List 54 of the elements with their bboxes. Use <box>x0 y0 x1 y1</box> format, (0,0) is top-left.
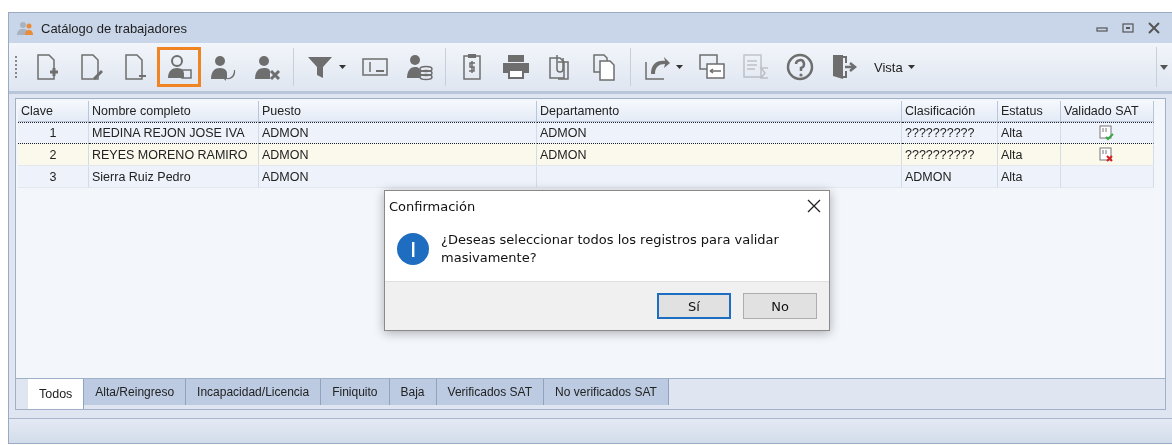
cell-text: REYES MORENO RAMIRO <box>92 148 248 162</box>
cell-text: 1 <box>49 126 57 140</box>
dialog-button[interactable]: Sí <box>657 293 731 320</box>
column-header[interactable]: Clave <box>18 101 89 122</box>
cell-text: Alta <box>1001 126 1023 140</box>
table-row[interactable]: 3 Sierra Ruiz Pedro ADMON ADMON Alta <box>18 166 1154 188</box>
cell-text: Alta <box>1001 148 1023 162</box>
cell-text: ADMON <box>540 126 587 140</box>
dialog-title: Confirmación <box>389 198 476 214</box>
table-row[interactable]: 2 REYES MORENO RAMIRO ADMON ADMON ?????????? Alta <box>18 144 1154 166</box>
tab[interactable]: Finiquito <box>321 379 390 405</box>
tab[interactable]: Verificados SAT <box>436 379 545 405</box>
cell-text: Alta <box>1001 170 1023 184</box>
column-header[interactable]: Departamento <box>537 101 902 122</box>
column-header[interactable]: Validado SAT <box>1061 101 1154 122</box>
restore-icon[interactable] <box>1122 22 1134 34</box>
cell-text: ADMON <box>540 148 587 162</box>
toolbar-button[interactable] <box>157 47 201 87</box>
dropdown-arrow-icon[interactable] <box>339 65 346 69</box>
column-header[interactable]: Nombre completo <box>89 101 259 122</box>
cell-text: ADMON <box>905 170 952 184</box>
window-title: Catálogo de trabajadores <box>41 20 188 36</box>
dialog-message: ¿Deseas seleccionar todos los registros para validar masivamente? <box>441 231 780 268</box>
cell-text: ADMON <box>262 148 309 162</box>
column-header[interactable]: Clasificación <box>902 101 998 122</box>
window-transfer-icon <box>697 52 727 82</box>
dropdown-arrow-icon[interactable] <box>676 65 683 69</box>
sum-list-icon <box>741 52 771 82</box>
column-header[interactable]: Puesto <box>259 101 537 122</box>
cell-text: 2 <box>49 148 57 162</box>
info-icon <box>397 233 429 266</box>
view-menu[interactable]: Vista <box>872 57 917 77</box>
tab[interactable]: Incapacidad/Licencia <box>186 379 322 405</box>
dialog-button[interactable]: No <box>743 293 817 320</box>
help-icon <box>785 52 815 82</box>
table-row[interactable]: 1 MEDINA REJON JOSE IVA ADMON ADMON ?????????? Alta <box>18 122 1154 144</box>
tab[interactable]: Todos <box>28 379 85 409</box>
cell-text: ADMON <box>262 126 309 140</box>
cell-text: Sierra Ruiz Pedro <box>92 170 191 184</box>
close-icon[interactable] <box>807 199 821 213</box>
tab[interactable]: No verificados SAT <box>544 379 669 405</box>
cell-text: ?????????? <box>905 126 975 140</box>
cell-text: ADMON <box>262 170 309 184</box>
people-icon <box>17 21 35 35</box>
tab[interactable]: Alta/Reingreso <box>84 379 187 405</box>
cell-text: 3 <box>49 170 57 184</box>
cell-text: MEDINA REJON JOSE IVA <box>92 126 245 140</box>
caret-icon <box>907 65 915 69</box>
person-coins-icon <box>404 52 434 82</box>
overflow-arrow-icon[interactable] <box>1160 64 1168 70</box>
column-header[interactable]: Estatus <box>998 101 1061 122</box>
cell-text: ?????????? <box>905 148 975 162</box>
tab[interactable]: Baja <box>389 379 437 405</box>
printer-icon <box>501 52 531 82</box>
